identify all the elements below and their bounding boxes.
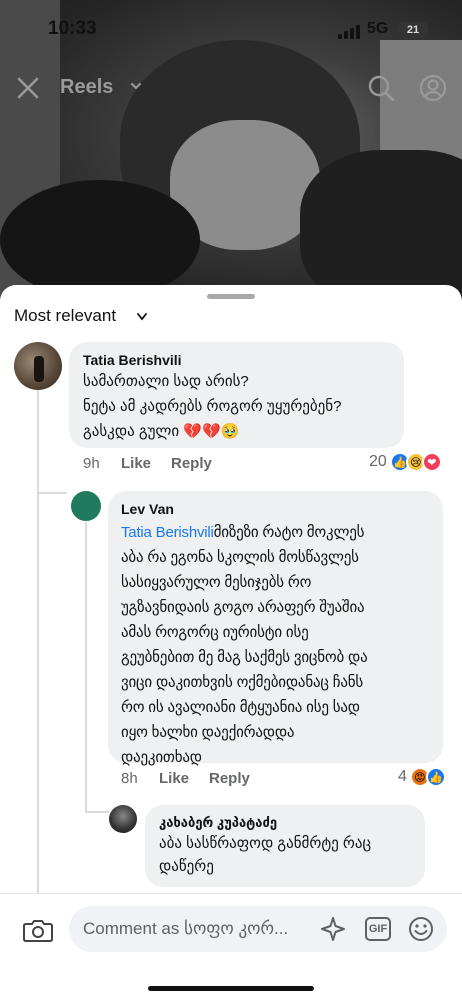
like-button[interactable]: Like (159, 770, 189, 787)
thread-line (85, 522, 87, 812)
comment-line: დაეკითხად (121, 749, 202, 766)
gif-icon[interactable]: GIF (365, 917, 391, 941)
reel-video[interactable]: 10:33 5G 21 Reels (0, 0, 462, 300)
reply-button[interactable]: Reply (171, 455, 212, 472)
comment-author[interactable]: Lev Van (121, 501, 430, 517)
battery-icon: 21 (398, 22, 428, 38)
sparkle-sticker-icon[interactable] (319, 915, 347, 943)
chevron-down-icon[interactable] (130, 80, 142, 92)
comment-time: 8h (121, 770, 138, 787)
camera-icon[interactable] (22, 916, 54, 944)
comment-line: იყო ხალხი დაექირადდა (121, 724, 295, 741)
comment-line: გეუბნებით მე მაგ საქმეს ვიცნობ და (121, 649, 368, 666)
comment-author[interactable]: Tatia Berishvili (83, 352, 390, 368)
video-person-shape (300, 150, 462, 300)
mention-link[interactable]: Tatia Berishvili (121, 524, 214, 541)
comment-composer: Comment as სოფო კორ... GIF (0, 893, 462, 1000)
reaction-count: 4 (398, 768, 407, 785)
like-reaction-icon: 👍 (425, 767, 446, 787)
thread-line (37, 492, 67, 494)
reaction-count: 20 (369, 453, 387, 470)
comment-text: Tatia Berishviliმიზეზი რატო მოკლეს აბა რ… (121, 520, 430, 770)
avatar[interactable] (14, 342, 62, 390)
comment-bubble: Tatia Berishvili სამართალი სად არის? ნეტ… (69, 342, 404, 448)
comment-line: ამას როგორც იურისტი ისე (121, 624, 309, 641)
avatar[interactable] (71, 491, 101, 521)
comment-text: სამართალი სად არის? ნეტა ამ კადრებს როგო… (83, 369, 390, 444)
comment-author[interactable]: კახაბერ კუპატაძე (159, 815, 411, 831)
comment-line: ვიცი დაკითხვის ოქმებიდანაც ჩანს (121, 674, 364, 691)
close-icon[interactable] (14, 74, 42, 102)
profile-icon[interactable] (418, 73, 448, 103)
comment-line: მიზეზი რატო მოკლეს (213, 524, 365, 541)
reaction-summary[interactable]: 4 😡 👍 (398, 767, 446, 787)
like-button[interactable]: Like (121, 455, 151, 472)
smile-icon[interactable] (407, 915, 435, 943)
comment-input[interactable]: Comment as სოფო კორ... GIF (69, 906, 447, 952)
comment-bubble: Lev Van Tatia Berishviliმიზეზი რატო მოკლ… (108, 491, 443, 766)
avatar[interactable] (109, 805, 137, 833)
search-icon[interactable] (366, 73, 396, 103)
comment-line: სასიყვარულო მესიჯებს რო (121, 574, 312, 591)
comment-time: 9h (83, 455, 100, 472)
sort-dropdown[interactable]: Most relevant (14, 306, 116, 326)
comment-line: აბა სასწრაფოდ განმრტე რაც (159, 835, 372, 852)
comment-line: აბა რა ეგონა სკოლის მოსწავლეს (121, 549, 359, 566)
comment-line: სამართალი სად არის? (83, 373, 249, 390)
reels-title[interactable]: Reels (60, 76, 113, 99)
love-reaction-icon: ❤ (421, 452, 442, 472)
status-time: 10:33 (48, 18, 97, 39)
comment-line: დაწერე (159, 858, 214, 875)
comment-line: გასკდა გული 💔💔🥹 (83, 423, 240, 440)
network-label: 5G (367, 20, 389, 37)
drag-handle[interactable] (207, 294, 255, 299)
comment-bubble: კახაბერ კუპატაძე აბა სასწრაფოდ განმრტე რ… (145, 805, 425, 887)
reaction-summary[interactable]: 20 👍 😢 ❤ (369, 452, 442, 472)
comment-text: აბა სასწრაფოდ განმრტე რაც დაწერე (159, 832, 411, 878)
comment-line: რო ის ავალიანი მტყუანია ისე სად (121, 699, 360, 716)
status-bar: 10:33 5G 21 (0, 14, 462, 44)
thread-line (85, 811, 109, 813)
comment-placeholder: Comment as სოფო კორ... (83, 919, 289, 938)
reply-button[interactable]: Reply (209, 770, 250, 787)
signal-icon (338, 25, 362, 39)
reels-header: Reels (0, 70, 462, 106)
comment-line: ნეტა ამ კადრებს როგორ უყურებენ? (83, 398, 342, 415)
chevron-down-icon[interactable] (137, 313, 147, 321)
video-person-shape (0, 180, 200, 300)
comment-line: უგზავნიდაის გოგო არაფერ შუაშია (121, 599, 365, 616)
home-indicator (148, 986, 314, 991)
